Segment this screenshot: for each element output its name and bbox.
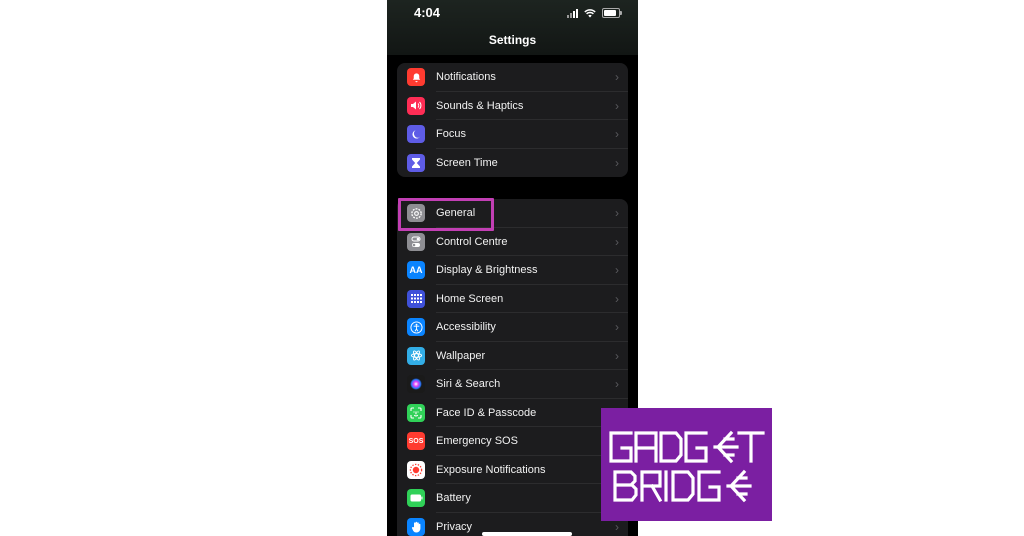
settings-row-label: Display & Brightness: [436, 264, 538, 276]
status-time: 4:04: [414, 5, 441, 20]
face-id-icon: [407, 403, 425, 422]
chevron-right-icon: ›: [615, 234, 619, 249]
settings-row-label: Siri & Search: [436, 378, 501, 390]
page-title: Settings: [488, 33, 537, 47]
settings-group-1: Notifications › Sounds & Haptics › Focus…: [397, 63, 628, 177]
siri-icon: [407, 375, 425, 393]
accessibility-icon: [407, 318, 425, 336]
chevron-right-icon: ›: [615, 519, 619, 534]
settings-row-emergency-sos[interactable]: SOS Emergency SOS ›: [397, 427, 628, 456]
settings-row-label: Accessibility: [436, 321, 496, 333]
status-icons: [567, 7, 622, 19]
settings-row-exposure-notifications[interactable]: Exposure Notifications ›: [397, 456, 628, 484]
settings-row-label: Focus: [436, 128, 466, 140]
settings-row-label: Control Centre: [436, 235, 508, 248]
chevron-right-icon: ›: [615, 377, 619, 391]
settings-row-label: Face ID & Passcode: [436, 406, 537, 419]
speaker-icon: [407, 96, 425, 115]
settings-row-wallpaper[interactable]: Wallpaper ›: [397, 342, 628, 370]
settings-row-screen-time[interactable]: Screen Time ›: [397, 149, 628, 178]
app-grid-icon: [407, 289, 425, 308]
settings-row-control-centre[interactable]: Control Centre ›: [397, 228, 628, 256]
settings-row-accessibility[interactable]: Accessibility ›: [397, 313, 628, 342]
settings-row-label: Home Screen: [436, 292, 504, 305]
chevron-right-icon: ›: [615, 320, 619, 334]
toggles-icon: [407, 232, 425, 251]
settings-row-sounds-haptics[interactable]: Sounds & Haptics ›: [397, 92, 628, 120]
battery-icon: [407, 489, 425, 507]
sos-icon: SOS: [407, 432, 425, 450]
chevron-right-icon: ›: [615, 155, 619, 170]
settings-row-label: Exposure Notifications: [436, 463, 546, 476]
home-indicator[interactable]: [482, 532, 572, 536]
settings-row-label: Sounds & Haptics: [436, 99, 524, 112]
hourglass-icon: [407, 153, 425, 172]
settings-row-focus[interactable]: Focus ›: [397, 120, 628, 149]
gadget-bridge-logo: [601, 408, 772, 521]
settings-row-notifications[interactable]: Notifications ›: [397, 63, 628, 92]
chevron-right-icon: ›: [615, 291, 619, 306]
text-size-icon: AA: [407, 261, 425, 279]
settings-row-label: Privacy: [436, 520, 473, 533]
chevron-right-icon: ›: [615, 127, 619, 141]
settings-row-face-id-passcode[interactable]: Face ID & Passcode ›: [397, 399, 628, 427]
settings-row-home-screen[interactable]: Home Screen ›: [397, 285, 628, 313]
settings-group-2: General › Control Centre › AA Display & …: [397, 199, 628, 536]
battery-status-icon: [602, 8, 622, 18]
chevron-right-icon: ›: [615, 98, 619, 113]
notifications-icon: [407, 68, 425, 86]
settings-row-battery[interactable]: Battery ›: [397, 484, 628, 513]
moon-icon: [407, 125, 425, 143]
wifi-icon: [584, 8, 596, 17]
flower-icon: [407, 346, 425, 365]
settings-row-label: Battery: [436, 492, 471, 504]
navigation-bar: 4:04 Settings: [387, 0, 638, 55]
exposure-icon: [407, 460, 425, 479]
cellular-signal-icon: [567, 8, 578, 18]
settings-row-label: Notifications: [436, 71, 496, 83]
general-highlight-box: [398, 198, 494, 231]
chevron-right-icon: ›: [615, 263, 619, 277]
chevron-right-icon: ›: [615, 348, 619, 363]
hand-icon: [407, 517, 425, 536]
settings-row-siri-search[interactable]: Siri & Search ›: [397, 370, 628, 399]
settings-row-label: Screen Time: [436, 156, 498, 169]
settings-row-label: Emergency SOS: [436, 435, 518, 447]
settings-row-display-brightness[interactable]: AA Display & Brightness ›: [397, 256, 628, 285]
gadget-bridge-logo-mark: [609, 430, 765, 503]
settings-row-label: Wallpaper: [436, 349, 486, 362]
chevron-right-icon: ›: [615, 206, 619, 220]
chevron-right-icon: ›: [615, 70, 619, 84]
